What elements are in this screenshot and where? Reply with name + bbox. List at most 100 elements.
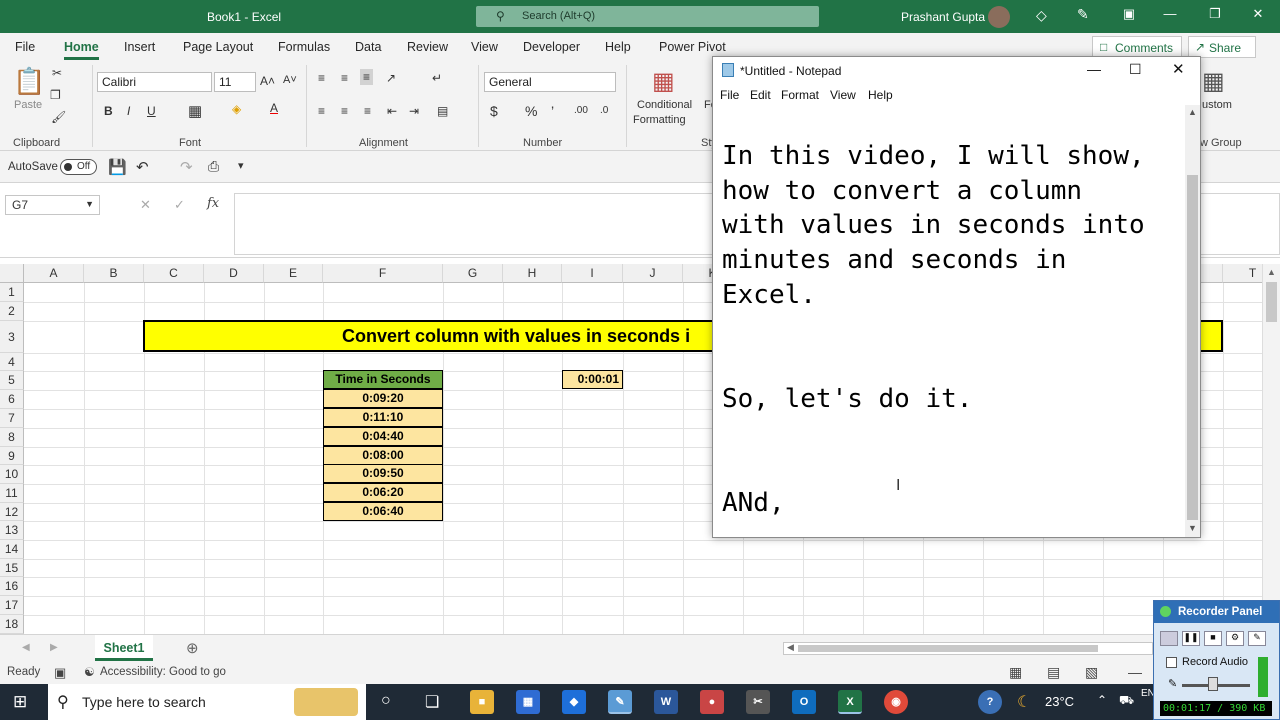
zoom-out-icon[interactable]: —: [1128, 664, 1142, 680]
tab-file[interactable]: File: [15, 40, 35, 54]
temperature[interactable]: 23°C: [1045, 694, 1074, 709]
font-size-select[interactable]: 11: [214, 72, 256, 92]
table-cell[interactable]: 0:08:00: [323, 446, 443, 465]
snipping-icon[interactable]: ✂: [746, 690, 770, 714]
row-header[interactable]: 10: [0, 465, 24, 484]
network-icon[interactable]: ⛟: [1119, 693, 1134, 709]
column-header[interactable]: C: [144, 264, 204, 283]
tab-power-pivot[interactable]: Power Pivot: [659, 40, 726, 54]
record-button[interactable]: [1160, 631, 1178, 646]
column-header[interactable]: E: [264, 264, 323, 283]
table-cell[interactable]: 0:11:10: [323, 408, 443, 427]
cancel-icon[interactable]: ✕: [140, 197, 151, 213]
share-button[interactable]: ↗ Share: [1188, 36, 1256, 58]
pause-button[interactable]: ❚❚: [1182, 631, 1200, 646]
taskbar-search[interactable]: ⚲ Type here to search: [48, 684, 366, 720]
font-name-select[interactable]: Calibri: [97, 72, 212, 92]
save-icon[interactable]: 💾: [108, 158, 127, 176]
comma-icon[interactable]: ’: [551, 103, 554, 119]
row-header[interactable]: 1: [0, 283, 24, 302]
sheet-tab-sheet1[interactable]: Sheet1: [95, 635, 153, 661]
store-icon[interactable]: ▦: [516, 690, 540, 714]
tab-developer[interactable]: Developer: [523, 40, 580, 54]
select-all-corner[interactable]: [0, 264, 24, 283]
macro-record-icon[interactable]: ▣: [54, 665, 66, 681]
custom-label[interactable]: ustom: [1202, 99, 1232, 111]
draw-icon[interactable]: ✎: [1248, 631, 1266, 646]
column-header[interactable]: T: [1223, 264, 1262, 283]
cut-icon[interactable]: ✂: [52, 66, 62, 80]
chrome-icon[interactable]: ◉: [884, 690, 908, 714]
tab-home[interactable]: Home: [64, 40, 99, 60]
recorder-app-icon[interactable]: ●: [700, 690, 724, 714]
orientation-icon[interactable]: ↗: [386, 71, 396, 85]
undo-icon[interactable]: ↶: [136, 158, 149, 176]
currency-icon[interactable]: $: [490, 103, 498, 119]
tab-insert[interactable]: Insert: [124, 40, 155, 54]
row-header[interactable]: 5: [0, 371, 24, 390]
tab-review[interactable]: Review: [407, 40, 448, 54]
column-header[interactable]: I: [562, 264, 623, 283]
notepad-window[interactable]: *Untitled - Notepad — ☐ ✕ File Edit Form…: [712, 56, 1201, 538]
conditional-label[interactable]: Conditional: [637, 99, 692, 111]
align-left-icon[interactable]: ≡: [318, 104, 325, 118]
table-cell[interactable]: 0:09:50: [323, 464, 443, 483]
row-header[interactable]: 9: [0, 447, 24, 465]
page-break-view-icon[interactable]: ▧: [1085, 664, 1098, 681]
customize-qat-icon[interactable]: ▾: [238, 159, 244, 172]
stop-button[interactable]: ■: [1204, 631, 1222, 646]
autosave-toggle[interactable]: Off: [60, 159, 97, 175]
column-header[interactable]: H: [503, 264, 562, 283]
redo-icon[interactable]: ↷: [180, 158, 193, 176]
wrap-text-icon[interactable]: ↵: [432, 71, 442, 85]
row-header[interactable]: 11: [0, 484, 24, 503]
pen-icon[interactable]: ✎: [1077, 6, 1089, 23]
diamond-icon[interactable]: ◇: [1036, 7, 1047, 24]
minimize-button[interactable]: —: [1155, 6, 1185, 26]
tab-view[interactable]: View: [471, 40, 498, 54]
decrease-font-icon[interactable]: A˅: [283, 74, 297, 86]
table-cell[interactable]: 0:06:40: [323, 502, 443, 521]
outlook-icon[interactable]: O: [792, 690, 816, 714]
menu-file[interactable]: File: [720, 88, 739, 102]
column-header[interactable]: B: [84, 264, 144, 283]
next-sheet-icon[interactable]: ▶: [50, 642, 58, 653]
column-header[interactable]: J: [623, 264, 683, 283]
scroll-thumb[interactable]: [1266, 282, 1277, 322]
row-header[interactable]: 18: [0, 615, 24, 634]
underline-button[interactable]: U: [147, 104, 156, 118]
row-header[interactable]: 16: [0, 577, 24, 596]
weather-moon-icon[interactable]: ☾: [1017, 692, 1031, 712]
row-header[interactable]: 15: [0, 559, 24, 577]
notepad-taskbar-icon[interactable]: ✎: [608, 690, 632, 714]
row-header[interactable]: 4: [0, 353, 24, 371]
percent-icon[interactable]: %: [525, 103, 537, 119]
align-right-icon[interactable]: ≡: [364, 104, 371, 118]
name-box[interactable]: G7 ▼: [5, 195, 100, 215]
row-header[interactable]: 8: [0, 428, 24, 447]
paste-icon[interactable]: 📋: [13, 66, 45, 97]
volume-slider-handle[interactable]: [1208, 677, 1218, 691]
maximize-button[interactable]: ☐: [1129, 61, 1142, 78]
align-middle-icon[interactable]: ≡: [341, 71, 348, 85]
merge-center-icon[interactable]: ▤: [437, 104, 448, 118]
row-header[interactable]: 6: [0, 390, 24, 409]
avatar[interactable]: [988, 6, 1010, 28]
column-header[interactable]: A: [24, 264, 84, 283]
tab-formulas[interactable]: Formulas: [278, 40, 330, 54]
print-preview-icon[interactable]: ⎙: [208, 158, 219, 175]
conditional-formatting-icon[interactable]: ▦: [652, 67, 675, 96]
italic-button[interactable]: I: [127, 104, 130, 118]
increase-decimal-icon[interactable]: .00: [574, 105, 588, 116]
bold-button[interactable]: B: [104, 104, 113, 118]
row-header[interactable]: 3: [0, 321, 24, 353]
notepad-text-area[interactable]: In this video, I will show, how to conver…: [722, 139, 1182, 521]
column-header[interactable]: F: [323, 264, 443, 283]
table-cell[interactable]: 0:09:20: [323, 389, 443, 408]
enter-icon[interactable]: ✓: [174, 197, 185, 213]
row-header[interactable]: 2: [0, 302, 24, 321]
sheet-vertical-scrollbar[interactable]: ▲: [1262, 264, 1280, 634]
insert-function-icon[interactable]: fx: [207, 196, 219, 211]
row-header[interactable]: 13: [0, 521, 24, 540]
accessibility-icon[interactable]: ☯: [84, 665, 95, 679]
